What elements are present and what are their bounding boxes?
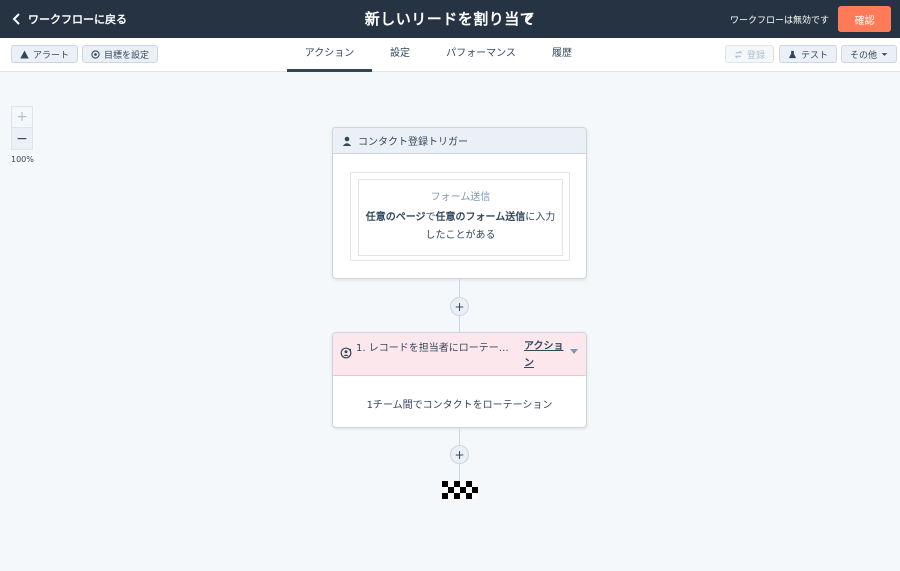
zoom-level: 100% [11,155,34,164]
tab-actions[interactable]: アクション [287,38,372,72]
toolbar: アラート 目標を設定 アクション 設定 パフォーマンス 履歴 登録 テスト その… [0,38,900,72]
workflow-title[interactable]: 新しいリードを割り当て [365,8,536,29]
contact-icon [342,136,352,146]
zoom-controls: + − 100% [11,106,34,164]
back-label: ワークフローに戻る [28,13,127,26]
action-menu-link[interactable]: アクション [524,338,568,372]
action-header: 1. レコードを担当者にローテー… アクション [333,333,586,376]
caret-down-icon[interactable] [570,349,578,355]
zoom-out-button[interactable]: − [11,128,33,150]
zoom-in-button[interactable]: + [11,106,33,128]
tab-settings[interactable]: 設定 [383,38,417,72]
add-action-button[interactable]: + [450,445,469,464]
rotate-owner-icon [340,347,352,359]
workflow-status: ワークフローは無効です [729,16,829,26]
action-description: 1チーム間でコンタクトをローテーション [366,400,553,411]
set-goal-label: 目標を設定 [104,50,150,61]
filter-description: 任意のページで任意のフォーム送信に入力したことがある [359,209,562,245]
action-name: 1. レコードを担当者にローテー… [356,343,509,354]
alert-label: アラート [33,50,70,61]
chevron-left-icon [12,13,20,25]
test-button[interactable]: テスト [779,45,838,63]
caret-down-icon [881,52,888,56]
top-bar: ワークフローに戻る 新しいリードを割り当て ワークフローは無効です 確認 [0,0,900,38]
enroll-icon [734,50,743,58]
trigger-title: コンタクト登録トリガー [358,137,468,148]
register-label: 登録 [747,50,766,61]
alert-button[interactable]: アラート [11,45,79,63]
confirm-button[interactable]: 確認 [838,6,891,32]
filter-page: 任意のページ [365,212,426,223]
trigger-header: コンタクト登録トリガー [333,128,586,154]
back-to-workflows-link[interactable]: ワークフローに戻る [12,11,127,27]
tab-history[interactable]: 履歴 [545,38,579,72]
filter-type: フォーム送信 [430,192,491,203]
more-label: その他 [850,50,878,61]
trigger-card[interactable]: コンタクト登録トリガー フォーム送信 任意のページで任意のフォーム送信に入力した… [332,127,587,279]
add-action-button[interactable]: + [450,297,469,316]
pencil-icon[interactable] [523,12,535,24]
filter-form: 任意のフォーム送信 [435,212,526,223]
test-label: テスト [801,50,829,61]
filter-criteria[interactable]: フォーム送信 任意のページで任意のフォーム送信に入力したことがある [358,179,563,256]
tab-performance[interactable]: パフォーマンス [440,38,522,72]
action-card[interactable]: 1. レコードを担当者にローテー… アクション 1チーム間でコンタクトをローテー… [332,332,587,428]
target-icon [91,49,100,59]
register-button[interactable]: 登録 [725,45,775,63]
warning-icon [20,49,29,59]
set-goal-button[interactable]: 目標を設定 [82,45,159,63]
checkered-flag-icon [442,481,478,499]
more-dropdown[interactable]: その他 [841,45,898,63]
filter-connector: で [425,212,436,223]
filter-group: フォーム送信 任意のページで任意のフォーム送信に入力したことがある [350,172,570,261]
flask-icon [788,50,797,58]
